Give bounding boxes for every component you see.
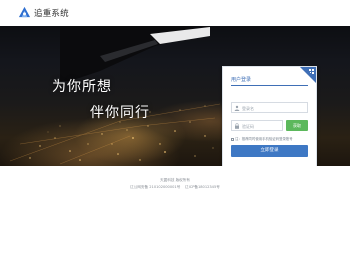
lock-icon (235, 123, 239, 129)
footer-copyright: 天翼科技 版权所有 (160, 178, 190, 182)
username-input[interactable] (242, 104, 302, 113)
bird-logo-icon (18, 6, 31, 18)
login-button[interactable]: 立即登录 (231, 145, 308, 157)
login-title: 用户登录 (231, 77, 252, 83)
login-card: 用户登录 获取 注：推荐同时使用手机验证码登录账号 立即登录 (222, 66, 317, 166)
airplane-wing-image (60, 26, 210, 81)
user-icon (234, 105, 240, 111)
slogan-line-1: 为你所想 (52, 79, 112, 95)
code-field[interactable] (231, 120, 302, 131)
qr-code-icon[interactable] (300, 67, 316, 83)
notice-checkbox[interactable] (231, 137, 234, 141)
login-notice: 注：推荐同时使用手机验证码登录账号 (231, 136, 293, 141)
notice-text: 注：推荐同时使用手机验证码登录账号 (235, 137, 293, 141)
top-header: 追重系统 (0, 0, 350, 26)
slogan-line-2: 伴你同行 (90, 105, 150, 121)
app-title: 追重系统 (34, 9, 69, 19)
page-footer: 天翼科技 版权所有 辽公网安备 210102000001号 辽ICP备18012… (0, 166, 350, 263)
username-field[interactable] (231, 102, 308, 113)
title-underline (231, 85, 308, 86)
hero-banner: 为你所想 伴你同行 用户登录 获取 注：推 (0, 26, 350, 166)
get-code-button[interactable]: 获取 (286, 120, 308, 131)
footer-icp: 辽公网安备 210102000001号 辽ICP备18012345号 (130, 185, 220, 189)
